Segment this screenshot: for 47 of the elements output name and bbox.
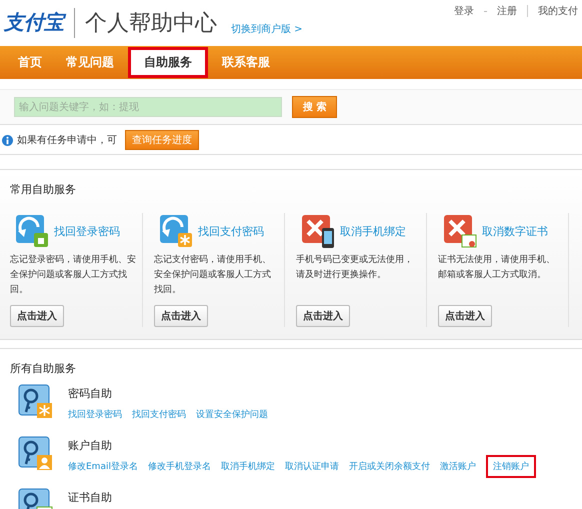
service-link[interactable]: 取消认证申请 bbox=[284, 460, 339, 478]
service-link[interactable]: 找回登录密码 bbox=[68, 408, 122, 421]
top-link[interactable]: 我的支付 bbox=[538, 4, 578, 18]
service-link[interactable]: 设置安全保护问题 bbox=[196, 408, 268, 421]
service-link[interactable]: 修改手机登录名 bbox=[148, 460, 211, 478]
service-description: 忘记登录密码，请使用手机、安全保护问题或客服人工方式找回。 bbox=[10, 253, 136, 297]
notice-text: 如果有任务申请中，可 bbox=[17, 134, 117, 147]
search-field[interactable]: 输入问题关键字，如：提现 bbox=[14, 97, 282, 117]
service-description: 手机号码已变更或无法使用，请及时进行更换操作。 bbox=[296, 254, 414, 282]
group-title: 账户自助 bbox=[68, 438, 113, 453]
cancel-icon bbox=[300, 213, 336, 249]
service-link[interactable]: 找回支付密码 bbox=[132, 408, 186, 421]
service-link[interactable]: 激活账户 bbox=[440, 460, 476, 478]
service-link[interactable]: 取消数字证书 bbox=[482, 224, 548, 238]
service-link[interactable]: 找回支付密码 bbox=[198, 224, 264, 238]
service-link[interactable]: 开启或关闭余额支付 bbox=[348, 460, 430, 478]
group-title: 密码自助 bbox=[68, 386, 113, 401]
enter-button[interactable]: 点击进入 bbox=[296, 305, 350, 327]
nav-tab[interactable]: 自助服务 bbox=[128, 47, 208, 78]
service-description: 忘记支付密码，请使用手机、安全保护问题或客服人工方式找回。 bbox=[154, 253, 272, 297]
group-title: 证书自助 bbox=[68, 490, 112, 505]
top-link[interactable]: 登录 bbox=[454, 4, 474, 18]
refresh-icon bbox=[14, 213, 50, 249]
key-icon bbox=[18, 384, 54, 420]
service-link[interactable]: 取消手机绑定 bbox=[340, 224, 406, 238]
top-link[interactable]: 注册 bbox=[497, 4, 517, 18]
service-link[interactable]: 取消手机绑定 bbox=[220, 460, 275, 478]
nav-tab[interactable]: 常见问题 bbox=[56, 49, 124, 76]
section-title: 常用自助服务 bbox=[9, 182, 77, 197]
page-title: 个人帮助中心 bbox=[85, 10, 217, 38]
cancel-icon bbox=[442, 213, 478, 249]
logo[interactable]: 支付宝 bbox=[4, 9, 64, 46]
task-progress-button[interactable]: 查询任务进度 bbox=[125, 130, 199, 150]
nav-tab[interactable]: 联系客服 bbox=[212, 49, 280, 76]
key-icon bbox=[18, 436, 54, 472]
service-link[interactable]: 找回登录密码 bbox=[54, 224, 120, 238]
enter-button[interactable]: 点击进入 bbox=[154, 305, 208, 327]
enter-button[interactable]: 点击进入 bbox=[10, 305, 64, 327]
search-button[interactable]: 搜 索 bbox=[292, 96, 338, 118]
enter-button[interactable]: 点击进入 bbox=[438, 305, 492, 327]
section-title: 所有自助服务 bbox=[9, 361, 77, 376]
switch-link[interactable]: 切换到商户版 > bbox=[231, 22, 303, 36]
service-link[interactable]: 修改Email登录名 bbox=[68, 460, 138, 478]
nav-tab[interactable]: 首页 bbox=[8, 49, 52, 76]
refresh-icon bbox=[158, 213, 194, 249]
service-description: 证书无法使用，请使用手机、邮箱或客服人工方式取消。 bbox=[438, 254, 556, 282]
service-link[interactable]: 注销账户 bbox=[486, 455, 536, 478]
